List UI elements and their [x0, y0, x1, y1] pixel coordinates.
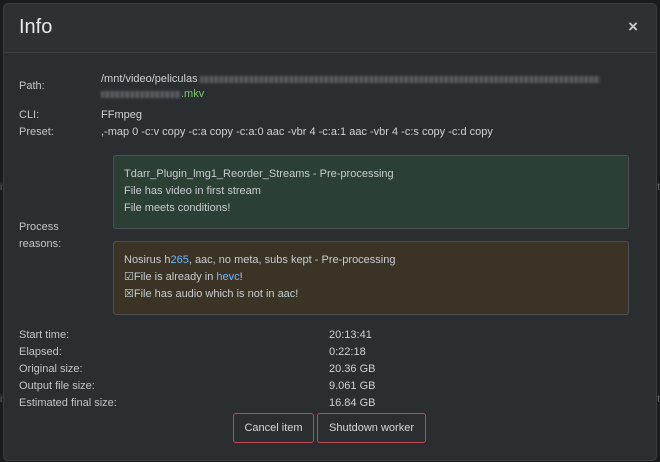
reason-box-nosirus: Nosirus h265, aac, no meta, subs kept - …: [113, 241, 629, 315]
cancel-item-button[interactable]: Cancel item: [233, 413, 314, 443]
estimated-size-value: 16.84 GB: [329, 397, 376, 409]
reason-title-highlight: 265: [170, 254, 189, 266]
preset-value: ,-map 0 -c:v copy -c:a copy -c:a:0 aac -…: [101, 126, 493, 138]
checkbox-checked-icon: ☑: [124, 271, 134, 283]
reason-line-text: File has audio which is not in aac!: [133, 288, 299, 300]
reason-line-text: !: [239, 271, 243, 283]
preset-label: Preset:: [19, 126, 54, 138]
reason-title-text: , aac, no meta, subs kept - Pre-processi…: [188, 254, 396, 266]
output-size-label: Output file size:: [19, 380, 95, 392]
path-value: /mnt/video/peliculas .mkv: [101, 72, 631, 102]
process-label-line2: reasons:: [19, 238, 62, 250]
dialog-title: Info: [19, 16, 53, 38]
start-time-value: 20:13:41: [329, 329, 372, 341]
estimated-size-label: Estimated final size:: [19, 397, 117, 409]
path-prefix: /mnt/video/peliculas: [101, 73, 198, 85]
process-reasons-label: Process reasons:: [19, 219, 61, 253]
reason-title: Nosirus h265, aac, no meta, subs kept - …: [124, 252, 618, 269]
cli-label: CLI:: [19, 109, 40, 121]
reason-line-text: File is already in: [133, 271, 217, 283]
original-size-value: 20.36 GB: [329, 363, 376, 375]
path-extension: .mkv: [181, 88, 205, 100]
redacted-path: [199, 75, 600, 83]
close-icon[interactable]: ×: [628, 17, 638, 37]
reason-title-text: Nosirus h: [124, 254, 171, 266]
checkbox-crossed-icon: ☒: [124, 288, 134, 300]
reason-line-highlight: hevc: [216, 271, 240, 283]
elapsed-value: 0:22:18: [329, 346, 366, 358]
output-size-value: 9.061 GB: [329, 380, 376, 392]
process-label-line1: Process: [19, 221, 59, 233]
path-label: Path:: [19, 80, 45, 92]
elapsed-label: Elapsed:: [19, 346, 62, 358]
reason-title: Tdarr_Plugin_lmg1_Reorder_Streams - Pre-…: [124, 168, 394, 180]
dialog-header: Info ×: [4, 4, 656, 53]
reason-box-reorder-streams: Tdarr_Plugin_lmg1_Reorder_Streams - Pre-…: [113, 155, 629, 229]
shutdown-worker-button[interactable]: Shutdown worker: [317, 413, 426, 443]
reason-line: ☒File has audio which is not in aac!: [124, 286, 618, 303]
cli-value: FFmpeg: [101, 109, 142, 121]
start-time-label: Start time:: [19, 329, 70, 341]
reason-line: File meets conditions!: [124, 202, 231, 214]
original-size-label: Original size:: [19, 363, 83, 375]
redacted-filename: [101, 90, 181, 98]
reason-line: ☑File is already in hevc!: [124, 269, 618, 286]
reason-line: File has video in first stream: [124, 185, 261, 197]
